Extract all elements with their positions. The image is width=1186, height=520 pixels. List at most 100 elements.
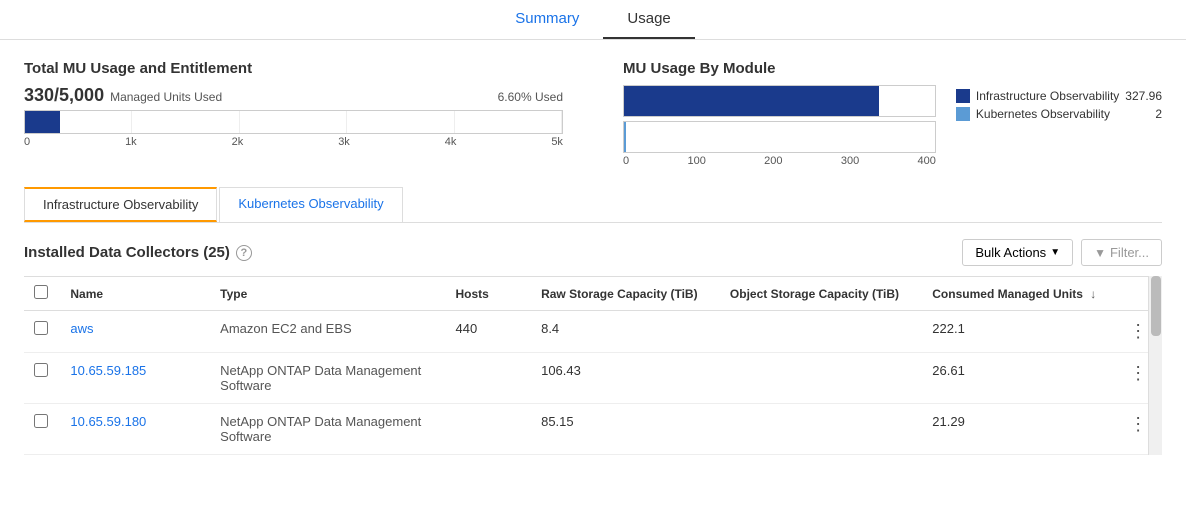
row-type-2: NetApp ONTAP Data Management Software <box>210 404 445 455</box>
row-menu-dots-1[interactable]: ⋮ <box>1129 363 1149 383</box>
row-raw-1: 106.43 <box>531 353 720 404</box>
col-consumed-label: Consumed Managed Units <box>932 287 1083 301</box>
table-wrapper: Name Type Hosts Raw Storage Capacity (Ti… <box>24 276 1162 455</box>
row-menu-dots-0[interactable]: ⋮ <box>1129 321 1149 341</box>
bar-label-1k: 1k <box>125 136 137 148</box>
grid-line-4 <box>347 111 454 133</box>
row-raw-0: 8.4 <box>531 311 720 353</box>
col-header-checkbox <box>24 277 60 311</box>
bar-label-4k: 4k <box>445 136 457 148</box>
left-chart-section: Total MU Usage and Entitlement 330/5,000… <box>24 60 563 167</box>
legend-val-1: 327.96 <box>1125 89 1162 103</box>
main-content: Total MU Usage and Entitlement 330/5,000… <box>0 40 1186 455</box>
right-chart-section: MU Usage By Module 0 100 200 300 400 <box>623 60 1162 167</box>
rbl-300: 300 <box>841 155 859 167</box>
charts-row: Total MU Usage and Entitlement 330/5,000… <box>24 60 1162 167</box>
bar-label-2k: 2k <box>232 136 244 148</box>
row-raw-2: 85.15 <box>531 404 720 455</box>
select-all-checkbox[interactable] <box>34 285 48 299</box>
tab-usage[interactable]: Usage <box>603 0 694 39</box>
legend-val-2: 2 <box>1155 107 1162 121</box>
right-bar-track-1 <box>623 85 936 117</box>
table-header-row-el: Name Type Hosts Raw Storage Capacity (Ti… <box>24 277 1162 311</box>
row-menu-dots-2[interactable]: ⋮ <box>1129 414 1149 434</box>
bar-labels: 0 1k 2k 3k 4k 5k <box>24 136 563 148</box>
table-actions: Bulk Actions ▼ ▼ Filter... <box>962 239 1162 266</box>
right-bar-track-2 <box>623 121 936 153</box>
left-bar-grid <box>25 111 562 133</box>
legend-item-1: Infrastructure Observability 327.96 <box>956 89 1162 103</box>
tab-summary[interactable]: Summary <box>491 0 603 39</box>
usage-header: 330/5,000 Managed Units Used 6.60% Used <box>24 85 563 106</box>
bar-label-5k: 5k <box>551 136 563 148</box>
row-type-1: NetApp ONTAP Data Management Software <box>210 353 445 404</box>
right-chart-wrapper: 0 100 200 300 400 Infrastructure Observa… <box>623 85 1162 167</box>
row-checkbox-cell-1 <box>24 353 60 404</box>
left-bar-track <box>24 110 563 134</box>
table-title: Installed Data Collectors (25) ? <box>24 244 252 261</box>
table-row: 10.65.59.180 NetApp ONTAP Data Managemen… <box>24 404 1162 455</box>
rbl-200: 200 <box>764 155 782 167</box>
row-checkbox-cell-2 <box>24 404 60 455</box>
row-checkbox-cell-0 <box>24 311 60 353</box>
legend-color-1 <box>956 89 970 103</box>
legend-label-1: Infrastructure Observability <box>976 89 1119 103</box>
col-header-hosts: Hosts <box>446 277 532 311</box>
row-hosts-0: 440 <box>446 311 532 353</box>
legend-color-2 <box>956 107 970 121</box>
left-bar-fill <box>25 111 60 133</box>
scrollbar-track[interactable] <box>1148 276 1162 455</box>
row-obj-1 <box>720 353 922 404</box>
right-chart-bars: 0 100 200 300 400 <box>623 85 936 167</box>
sub-tab-k8s[interactable]: Kubernetes Observability <box>219 187 402 222</box>
scrollbar-thumb[interactable] <box>1151 276 1161 336</box>
col-header-consumed[interactable]: Consumed Managed Units ↓ <box>922 277 1119 311</box>
filter-placeholder: Filter... <box>1110 245 1149 260</box>
row-checkbox-0[interactable] <box>34 321 48 335</box>
col-header-name: Name <box>60 277 210 311</box>
usage-value: 330/5,000 <box>24 85 104 106</box>
bulk-actions-button[interactable]: Bulk Actions ▼ <box>962 239 1073 266</box>
row-consumed-1: 26.61 <box>922 353 1119 404</box>
row-consumed-2: 21.29 <box>922 404 1119 455</box>
row-checkbox-2[interactable] <box>34 414 48 428</box>
grid-line-3 <box>240 111 347 133</box>
sub-tab-infra[interactable]: Infrastructure Observability <box>24 187 217 222</box>
table-header-row: Installed Data Collectors (25) ? Bulk Ac… <box>24 239 1162 266</box>
right-chart-title: MU Usage By Module <box>623 60 1162 77</box>
row-checkbox-1[interactable] <box>34 363 48 377</box>
table-body: aws Amazon EC2 and EBS 440 8.4 222.1 ⋮ 1… <box>24 311 1162 455</box>
data-table: Name Type Hosts Raw Storage Capacity (Ti… <box>24 276 1162 455</box>
row-consumed-0: 222.1 <box>922 311 1119 353</box>
row-name-0[interactable]: aws <box>60 311 210 353</box>
legend-item-2: Kubernetes Observability 2 <box>956 107 1162 121</box>
right-bar-fill-2 <box>624 122 626 152</box>
row-hosts-2 <box>446 404 532 455</box>
grid-line-5 <box>455 111 562 133</box>
bar-label-0: 0 <box>24 136 30 148</box>
rbl-0: 0 <box>623 155 629 167</box>
left-chart-title: Total MU Usage and Entitlement <box>24 60 563 77</box>
table-row: 10.65.59.185 NetApp ONTAP Data Managemen… <box>24 353 1162 404</box>
filter-icon: ▼ <box>1094 246 1106 260</box>
bulk-actions-label: Bulk Actions <box>975 245 1046 260</box>
help-icon[interactable]: ? <box>236 245 252 261</box>
filter-button[interactable]: ▼ Filter... <box>1081 239 1162 266</box>
bulk-actions-chevron-icon: ▼ <box>1050 247 1060 258</box>
table-row: aws Amazon EC2 and EBS 440 8.4 222.1 ⋮ <box>24 311 1162 353</box>
right-bar-fill-1 <box>624 86 879 116</box>
chart-legend: Infrastructure Observability 327.96 Kube… <box>956 85 1162 167</box>
col-header-type: Type <box>210 277 445 311</box>
row-name-2[interactable]: 10.65.59.180 <box>60 404 210 455</box>
usage-percent: 6.60% Used <box>498 90 563 104</box>
row-type-0: Amazon EC2 and EBS <box>210 311 445 353</box>
rbl-100: 100 <box>687 155 705 167</box>
top-tabs-container: Summary Usage <box>0 0 1186 40</box>
sub-tabs: Infrastructure Observability Kubernetes … <box>24 187 1162 223</box>
col-header-raw: Raw Storage Capacity (TiB) <box>531 277 720 311</box>
right-bar-labels: 0 100 200 300 400 <box>623 155 936 167</box>
bar-label-3k: 3k <box>338 136 350 148</box>
legend-label-2: Kubernetes Observability <box>976 107 1149 121</box>
row-name-1[interactable]: 10.65.59.185 <box>60 353 210 404</box>
table-title-text: Installed Data Collectors (25) <box>24 244 230 261</box>
